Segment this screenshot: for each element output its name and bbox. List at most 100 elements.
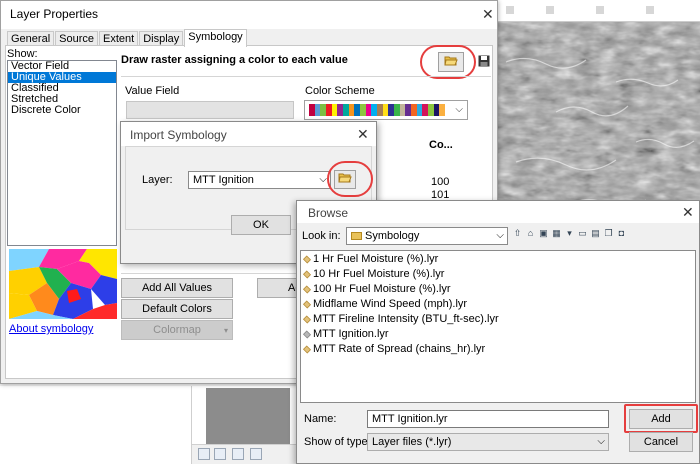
about-symbology-link[interactable]: About symbology (9, 323, 93, 335)
file-name: MTT Rate of Spread (chains_hr).lyr (313, 343, 486, 355)
add-all-values-button[interactable]: Add All Values (121, 278, 233, 298)
renderer-description: Draw raster assigning a color to each va… (121, 54, 348, 66)
map-thumbnail (206, 388, 290, 444)
file-name: MTT Fireline Intensity (BTU_ft-sec).lyr (313, 313, 499, 325)
copy-icon[interactable]: ❐ (603, 227, 614, 239)
highlight-annotation (327, 161, 373, 197)
add-values-button[interactable]: Ad (257, 278, 301, 298)
toolbar-icon[interactable] (506, 6, 514, 14)
chevron-down-icon: ⌵ (496, 230, 504, 241)
toolbar-icon[interactable] (546, 6, 554, 14)
up-one-level-icon[interactable]: ⇧ (512, 227, 523, 239)
chevron-down-icon: ▾ (223, 325, 228, 335)
pause-icon[interactable] (250, 448, 262, 460)
value-field-select[interactable] (126, 101, 294, 119)
symbology-preview-image (9, 249, 117, 319)
count-value: 100 (431, 176, 450, 188)
folder-icon (351, 232, 362, 240)
close-icon[interactable]: ✕ (682, 205, 694, 219)
close-icon[interactable]: ✕ (357, 127, 369, 141)
ok-button[interactable]: OK (231, 215, 291, 235)
file-name: Midflame Wind Speed (mph).lyr (313, 298, 468, 310)
home-icon[interactable]: ⌂ (525, 227, 536, 239)
view-switch-bar (192, 444, 296, 464)
look-in-select[interactable]: Symbology ⌵ (346, 227, 508, 245)
color-ramp-swatch (309, 104, 446, 116)
file-item[interactable]: 100 Hr Fuel Moisture (%).lyr (301, 282, 695, 297)
chevron-down-icon: ⌵ (455, 104, 463, 115)
divider (121, 76, 491, 77)
file-item[interactable]: MTT Ignition.lyr (301, 327, 695, 342)
view-menu-chevron-icon[interactable]: ▾ (564, 227, 575, 239)
layer-file-icon (303, 270, 311, 279)
layer-properties-titlebar[interactable]: Layer Properties ✕ (1, 1, 497, 29)
database-icon[interactable]: ◘ (616, 227, 627, 239)
show-label: Show: (7, 48, 38, 60)
file-item[interactable]: Midflame Wind Speed (mph).lyr (301, 297, 695, 312)
layout-view-icon[interactable] (214, 448, 226, 460)
look-in-value: Symbology (365, 230, 420, 242)
data-view-icon[interactable] (198, 448, 210, 460)
name-label: Name: (304, 413, 337, 425)
layer-file-icon (303, 255, 311, 264)
colormap-label: Colormap (153, 324, 201, 336)
toolbar-icon[interactable] (646, 6, 654, 14)
browse-dialog: Browse ✕ Look in: Symbology ⌵ ⇧ ⌂ ▣ ▦ ▾ … (296, 200, 700, 464)
file-type-value: Layer files (*.lyr) (372, 436, 452, 448)
file-item[interactable]: 1 Hr Fuel Moisture (%).lyr (301, 252, 695, 267)
floppy-disk-icon (478, 55, 490, 70)
toolbar-icon[interactable] (596, 6, 604, 14)
layer-file-icon (303, 285, 311, 294)
color-scheme-select[interactable]: ⌵ (304, 100, 468, 120)
file-name: 1 Hr Fuel Moisture (%).lyr (313, 253, 439, 265)
refresh-icon[interactable] (232, 448, 244, 460)
browse-dialog-titlebar[interactable]: Browse ✕ (297, 201, 699, 223)
file-name: 100 Hr Fuel Moisture (%).lyr (313, 283, 451, 295)
dialog-title: Import Symbology (130, 128, 227, 142)
catalog-icon[interactable]: ▤ (590, 227, 601, 239)
file-name: MTT Ignition.lyr (313, 328, 389, 340)
layer-label: Layer: (142, 174, 173, 186)
layer-file-icon (303, 300, 311, 309)
connect-folder-icon[interactable]: ▣ (538, 227, 549, 239)
layer-select[interactable]: MTT Ignition ⌵ (188, 171, 331, 189)
layer-file-icon (303, 345, 311, 354)
file-type-select[interactable]: Layer files (*.lyr) ⌵ (367, 433, 609, 451)
import-dialog-titlebar[interactable]: Import Symbology ✕ (121, 122, 376, 146)
file-item[interactable]: MTT Fireline Intensity (BTU_ft-sec).lyr (301, 312, 695, 327)
layer-select-value: MTT Ignition (193, 174, 254, 186)
look-in-label: Look in: (302, 230, 341, 242)
window-title: Layer Properties (10, 7, 99, 21)
chevron-down-icon: ⌵ (597, 436, 605, 447)
save-layer-button[interactable] (475, 53, 493, 71)
value-field-label: Value Field (125, 85, 180, 97)
color-scheme-label: Color Scheme (305, 85, 375, 97)
colormap-button[interactable]: Colormap ▾ (121, 320, 233, 340)
cancel-button[interactable]: Cancel (629, 432, 693, 452)
renderer-list: Vector Field Unique Values Classified St… (7, 60, 117, 246)
browse-toolbar: ⇧ ⌂ ▣ ▦ ▾ ▭ ▤ ❐ ◘ (512, 227, 627, 239)
layer-file-icon (303, 315, 311, 324)
renderer-item-discrete-color[interactable]: Discrete Color (8, 105, 116, 116)
file-name: 10 Hr Fuel Moisture (%).lyr (313, 268, 445, 280)
file-list: 1 Hr Fuel Moisture (%).lyr 10 Hr Fuel Mo… (300, 250, 696, 403)
table-of-contents-area (0, 386, 192, 464)
dialog-title: Browse (308, 206, 349, 220)
highlight-annotation (420, 45, 476, 79)
name-input[interactable]: MTT Ignition.lyr (367, 410, 609, 428)
divider (121, 273, 299, 274)
layer-file-icon (303, 330, 311, 339)
show-of-type-label: Show of type: (304, 436, 371, 448)
color-ramp-swatch-segment (439, 104, 446, 116)
chevron-down-icon: ⌵ (319, 174, 327, 185)
count-column-header[interactable]: Co... (429, 139, 453, 151)
highlight-annotation (624, 404, 698, 433)
list-view-icon[interactable]: ▦ (551, 227, 562, 239)
default-colors-button[interactable]: Default Colors (121, 299, 233, 319)
tab-symbology[interactable]: Symbology (184, 29, 247, 47)
map-toolbar-strip (496, 0, 700, 22)
new-folder-icon[interactable]: ▭ (577, 227, 588, 239)
close-icon[interactable]: ✕ (482, 7, 494, 21)
file-item[interactable]: 10 Hr Fuel Moisture (%).lyr (301, 267, 695, 282)
file-item[interactable]: MTT Rate of Spread (chains_hr).lyr (301, 342, 695, 357)
